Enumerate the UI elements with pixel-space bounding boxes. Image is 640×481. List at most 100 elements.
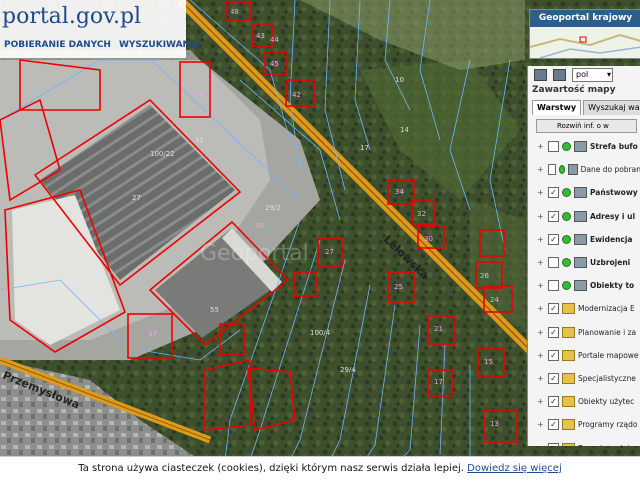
svg-text:37: 37 <box>148 330 157 338</box>
layer-label: Ewidencja <box>590 234 633 244</box>
status-dot-icon <box>562 234 571 244</box>
layer-label: Programy rządo <box>578 420 638 430</box>
layer-row[interactable]: + Uzbrojeni <box>528 251 640 274</box>
cookie-more-link[interactable]: Dowiedz się więcej <box>467 463 562 474</box>
layer-row[interactable]: + ✓ Programy rządo <box>528 413 640 436</box>
language-select[interactable]: pol <box>572 68 613 82</box>
svg-text:15: 15 <box>484 358 493 366</box>
map-icon <box>574 141 587 153</box>
folder-icon <box>562 419 575 431</box>
svg-text:27: 27 <box>132 194 141 202</box>
expand-plus-icon[interactable]: + <box>537 420 544 429</box>
folder-icon <box>562 326 575 338</box>
expand-plus-icon[interactable]: + <box>537 212 544 221</box>
layer-checkbox[interactable] <box>547 164 556 176</box>
layer-row[interactable]: + ✓ Państwowy <box>528 181 640 204</box>
svg-text:31: 31 <box>195 136 204 144</box>
layer-label: Uzbrojeni <box>590 258 631 268</box>
layer-checkbox[interactable] <box>548 141 559 153</box>
layer-checkbox[interactable]: ✓ <box>548 303 559 315</box>
svg-text:24: 24 <box>490 296 499 304</box>
map-icon <box>574 233 587 245</box>
folder-icon <box>562 442 575 446</box>
layer-checkbox[interactable]: ✓ <box>548 326 559 338</box>
expand-plus-icon[interactable]: + <box>537 444 544 446</box>
expand-plus-icon[interactable]: + <box>537 281 544 290</box>
portal-logo: portal.gov.pl POBIERANIE DANYCH WYSZUKIW… <box>0 0 200 58</box>
cookie-banner: Ta strona używa ciasteczek (cookies), dz… <box>0 456 640 481</box>
print-icon[interactable] <box>553 69 566 81</box>
layer-row[interactable]: + ✓ Modernizacja E <box>528 297 640 320</box>
layer-row[interactable]: + ✓ Adresy i ul <box>528 205 640 228</box>
map-icon <box>574 257 587 269</box>
panel-toolbar: pol <box>528 66 640 84</box>
expand-plus-icon[interactable]: + <box>537 397 544 406</box>
map-contents-panel: pol Zawartość mapy Warstwy Wyszukaj wa R… <box>527 66 640 446</box>
expand-info-button[interactable]: Rozwiń inf. o w <box>536 119 637 133</box>
layer-row[interactable]: + ✓ Specjalistyczne <box>528 367 640 390</box>
map-icon <box>568 164 578 176</box>
layer-label: Planowanie i za <box>578 327 637 337</box>
cookie-text: Ta strona używa ciasteczek (cookies), dz… <box>78 463 464 474</box>
layer-label: Portale mapowe <box>578 350 639 360</box>
layer-checkbox[interactable]: ✓ <box>548 372 559 384</box>
svg-text:100/22: 100/22 <box>150 150 175 158</box>
expand-plus-icon[interactable]: + <box>537 188 544 197</box>
logo-text[interactable]: portal.gov.pl <box>2 4 141 29</box>
layers-icon[interactable] <box>534 69 547 81</box>
folder-icon <box>562 396 575 408</box>
svg-text:34: 34 <box>395 188 404 196</box>
svg-text:48: 48 <box>230 8 239 16</box>
layer-row[interactable]: + Strefa bufo <box>528 135 640 158</box>
layer-label: Adresy i ul <box>590 211 636 221</box>
status-dot-icon <box>562 188 571 198</box>
layer-row[interactable]: + Obiekty to <box>528 274 640 297</box>
svg-text:32: 32 <box>417 210 426 218</box>
layer-label: Dane do pobran <box>580 165 640 175</box>
layer-label: Dane innych ins <box>578 444 638 446</box>
expand-plus-icon[interactable]: + <box>537 258 544 267</box>
layer-checkbox[interactable]: ✓ <box>548 419 559 431</box>
layer-label: Obiekty to <box>590 281 635 291</box>
layer-row[interactable]: + Dane do pobran <box>528 158 640 181</box>
expand-plus-icon[interactable]: + <box>537 328 544 337</box>
expand-plus-icon[interactable]: + <box>537 304 544 313</box>
layer-checkbox[interactable]: ✓ <box>548 396 559 408</box>
nav-pobieranie-danych[interactable]: POBIERANIE DANYCH <box>0 40 115 50</box>
tab-warstwy[interactable]: Warstwy <box>532 100 582 115</box>
layer-checkbox[interactable]: ✓ <box>548 233 559 245</box>
layer-checkbox[interactable]: ✓ <box>548 187 559 199</box>
layer-checkbox[interactable] <box>548 257 559 269</box>
layer-row[interactable]: + ✓ Ewidencja <box>528 228 640 251</box>
layer-label: Modernizacja E <box>578 304 635 314</box>
layer-row[interactable]: + ✓ Dane innych ins <box>528 436 640 446</box>
expand-plus-icon[interactable]: + <box>537 142 544 151</box>
svg-text:14: 14 <box>400 126 409 134</box>
map-icon <box>574 187 587 199</box>
folder-icon <box>562 303 575 315</box>
tab-wyszukaj[interactable]: Wyszukaj wa <box>583 100 640 115</box>
expand-plus-icon[interactable]: + <box>537 235 544 244</box>
svg-text:43: 43 <box>195 90 204 98</box>
layer-list: + Strefa bufo + Dane do pobran + ✓ Państwowy + ✓… <box>528 135 640 446</box>
layer-checkbox[interactable]: ✓ <box>548 442 559 446</box>
overview-minimap[interactable]: Geoportal krajowy <box>529 9 640 59</box>
layer-checkbox[interactable]: ✓ <box>548 210 559 222</box>
status-dot-icon <box>562 211 571 221</box>
expand-plus-icon[interactable]: + <box>537 374 544 383</box>
expand-plus-icon[interactable]: + <box>537 165 544 174</box>
layer-checkbox[interactable]: ✓ <box>548 349 559 361</box>
nav-wyszukiwania[interactable]: WYSZUKIWANIA <box>115 40 204 50</box>
layer-row[interactable]: + ✓ Portale mapowe <box>528 344 640 367</box>
svg-text:21: 21 <box>434 325 443 333</box>
panel-title: Zawartość mapy <box>532 85 616 95</box>
layer-label: Obiekty użytec <box>578 397 635 407</box>
layer-row[interactable]: + ✓ Planowanie i za <box>528 321 640 344</box>
layer-row[interactable]: + ✓ Obiekty użytec <box>528 390 640 413</box>
folder-icon <box>562 372 575 384</box>
expand-plus-icon[interactable]: + <box>537 351 544 360</box>
layer-checkbox[interactable] <box>548 280 559 292</box>
svg-text:29/4: 29/4 <box>340 366 356 374</box>
layer-label: Specjalistyczne <box>578 373 636 383</box>
minimap-image[interactable] <box>530 27 640 58</box>
